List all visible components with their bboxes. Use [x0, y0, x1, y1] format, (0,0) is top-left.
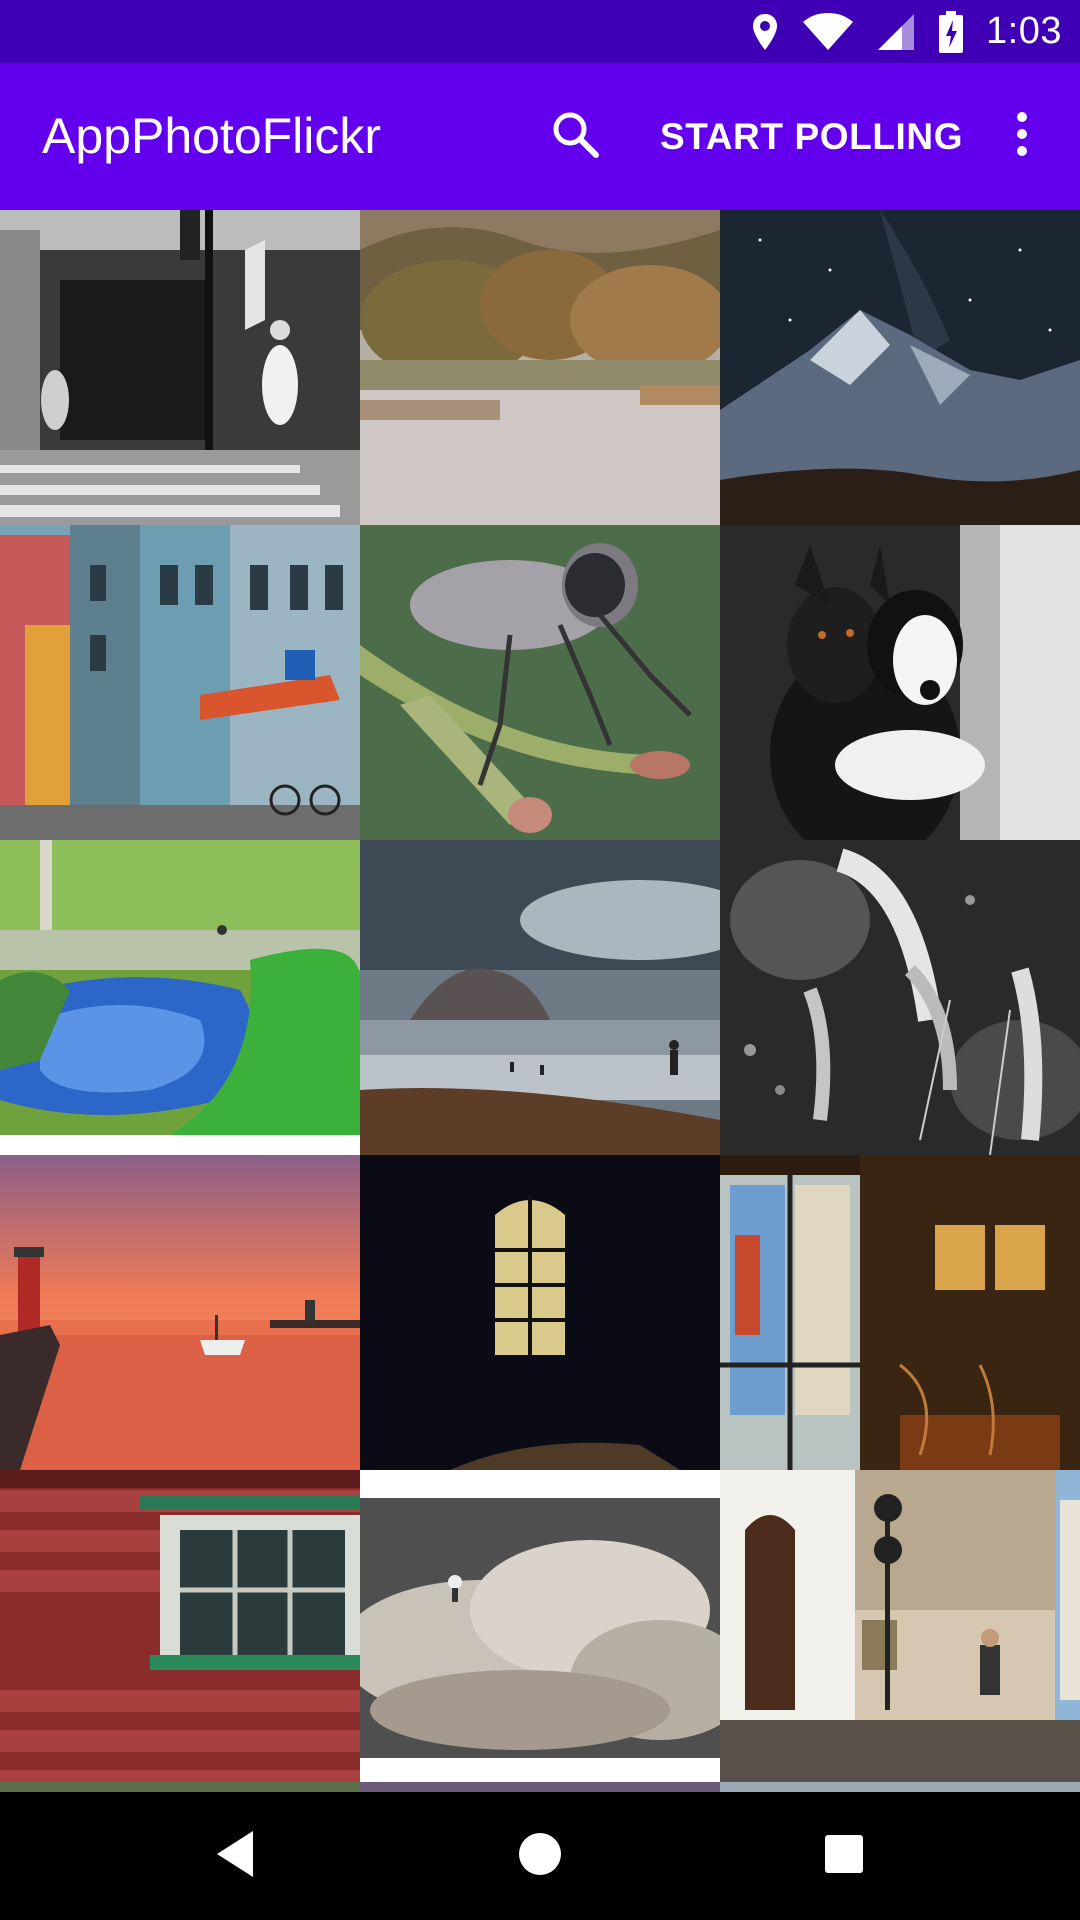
- photo-colorful-buildings[interactable]: [0, 525, 360, 840]
- home-icon: [517, 1831, 563, 1882]
- back-button[interactable]: [195, 1816, 275, 1896]
- photo-row-partial-1[interactable]: [0, 1782, 360, 1792]
- photo-red-wooden-wall[interactable]: [0, 1470, 360, 1792]
- status-bar: 1:03: [0, 0, 1080, 63]
- photo-museum-room[interactable]: [720, 1155, 1080, 1470]
- navigation-bar: [0, 1792, 1080, 1920]
- photo-sunset-lighthouse[interactable]: [0, 1155, 360, 1470]
- photo-foggy-beach[interactable]: [360, 840, 720, 1155]
- photo-grass-bw[interactable]: [720, 840, 1080, 1155]
- photo-green-stream[interactable]: [0, 840, 360, 1135]
- photo-night-mountain[interactable]: [720, 210, 1080, 525]
- photo-row-partial-3[interactable]: [720, 1782, 1080, 1792]
- back-icon: [213, 1829, 257, 1884]
- wifi-icon: [802, 12, 854, 52]
- home-button[interactable]: [500, 1816, 580, 1896]
- photo-two-dogs[interactable]: [720, 525, 1080, 840]
- photo-misty-lake[interactable]: [360, 210, 720, 525]
- photo-white-street[interactable]: [720, 1470, 1080, 1792]
- battery-charging-icon: [938, 10, 964, 53]
- location-icon: [750, 12, 780, 52]
- signal-icon: [876, 12, 916, 52]
- status-icons: 1:03: [750, 0, 1062, 63]
- status-time: 1:03: [986, 10, 1062, 52]
- more-vert-icon: [1015, 111, 1029, 162]
- photo-dark-window[interactable]: [360, 1155, 720, 1470]
- photo-stormy-wave[interactable]: [360, 1470, 720, 1792]
- screen: 1:03 AppPhotoFlickr START POLLING: [0, 0, 1080, 1920]
- recents-icon: [824, 1834, 864, 1879]
- photo-robber-fly[interactable]: [360, 525, 720, 840]
- recents-button[interactable]: [804, 1816, 884, 1896]
- app-bar: AppPhotoFlickr START POLLING: [0, 63, 1080, 210]
- start-polling-button[interactable]: START POLLING: [660, 63, 963, 210]
- app-title: AppPhotoFlickr: [42, 108, 382, 164]
- photo-grid[interactable]: [0, 210, 1080, 1792]
- photo-street-bw[interactable]: [0, 210, 360, 525]
- search-icon: [550, 109, 600, 164]
- photo-row-partial-2[interactable]: [360, 1782, 720, 1792]
- overflow-menu-button[interactable]: [1000, 101, 1044, 171]
- search-button[interactable]: [540, 101, 610, 171]
